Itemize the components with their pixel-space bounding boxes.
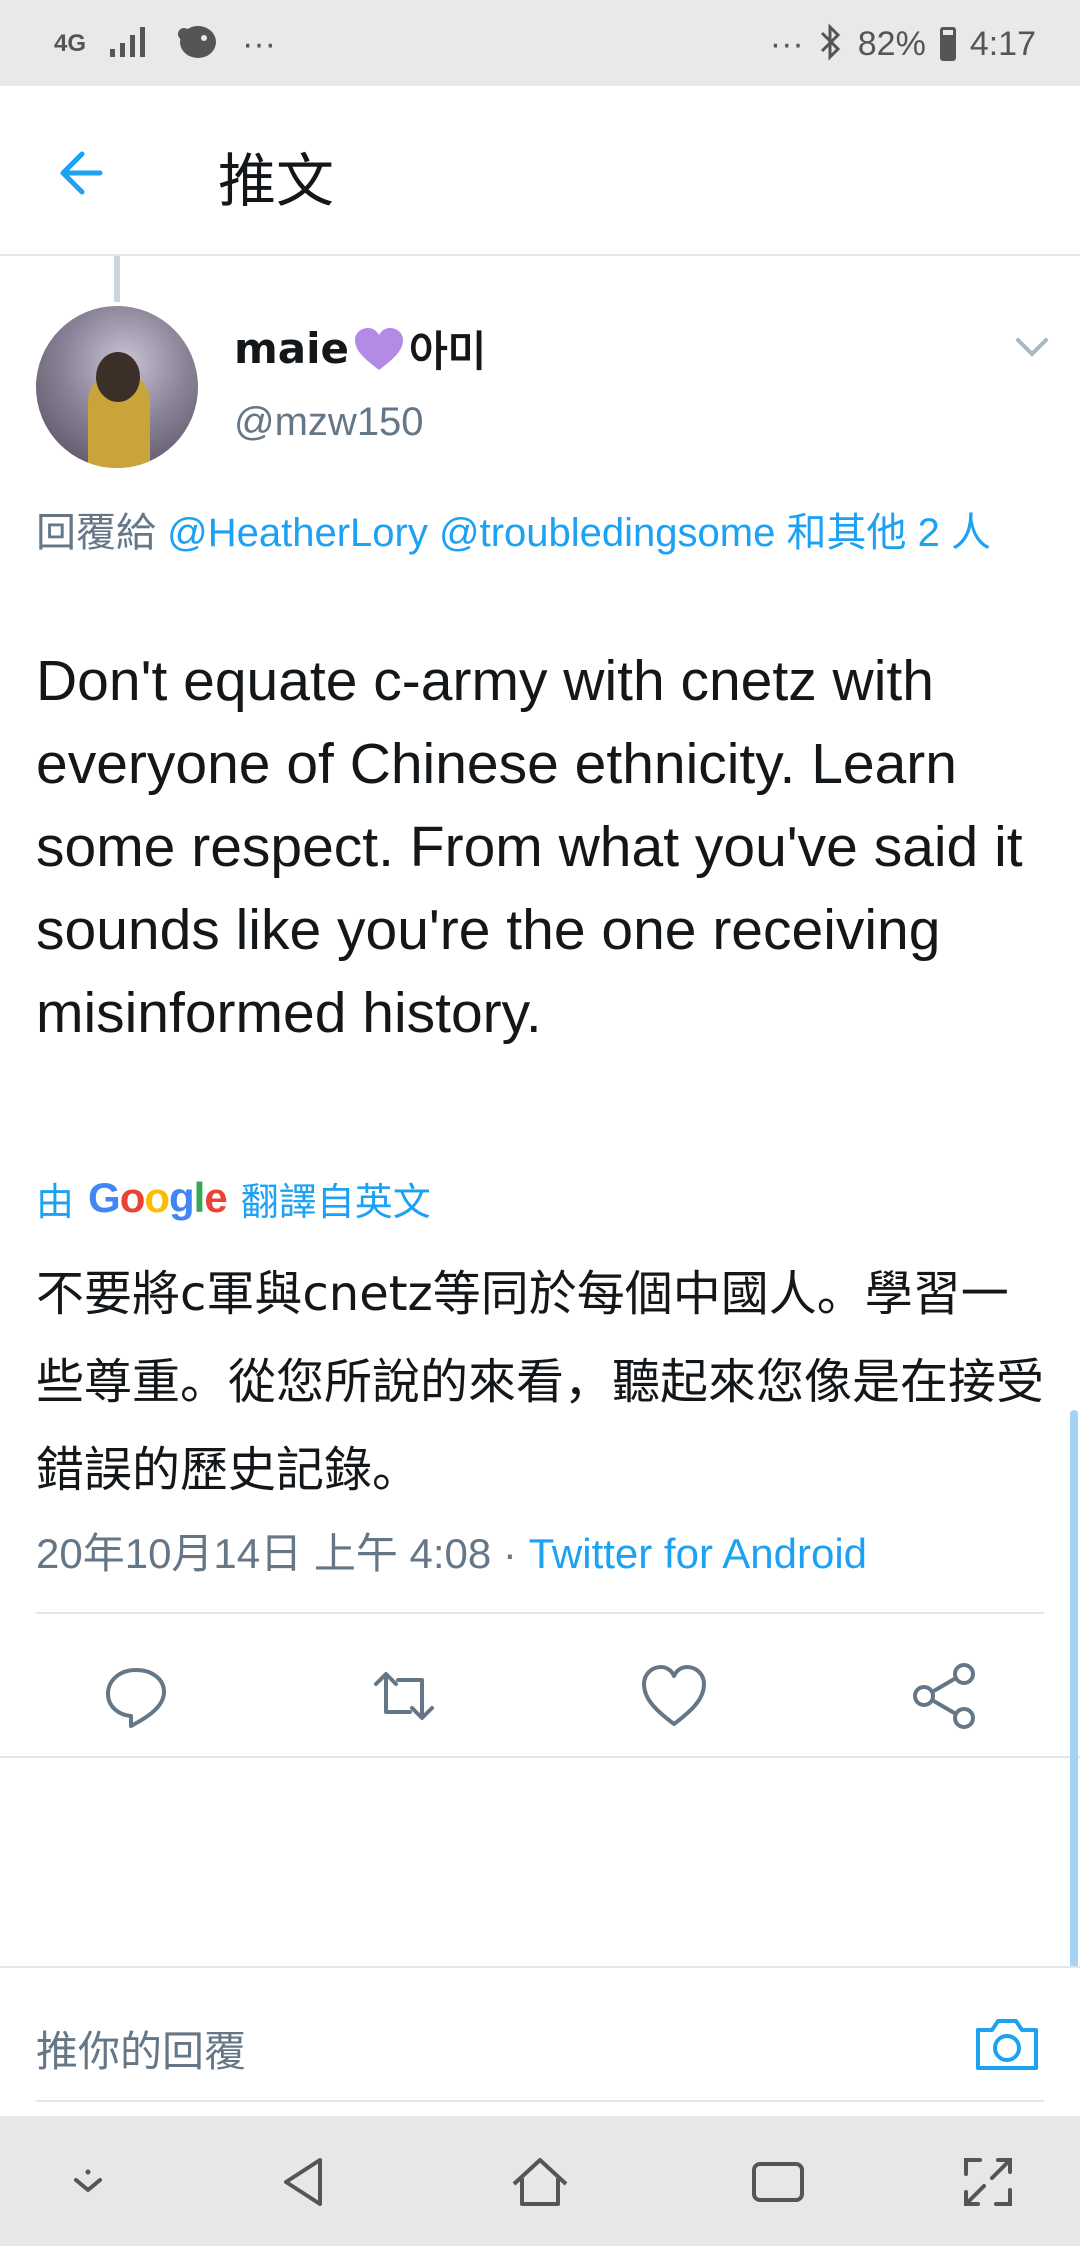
reply-to-prefix: 回覆給 (36, 511, 156, 555)
avatar-head (96, 352, 140, 402)
actions-divider (0, 1756, 1080, 1758)
share-button[interactable] (906, 1658, 982, 1734)
tweet-timestamp: 20年10月14日 上午 4:08 (36, 1530, 492, 1577)
display-name-prefix: maie (234, 324, 349, 373)
purple-heart-icon (355, 327, 403, 370)
reply-others[interactable]: 和其他 2 人 (786, 511, 990, 555)
translated-text: 不要將c軍與cnetz等同於每個中國人。學習一些尊重。從您所說的來看，聽起來您像… (36, 1266, 1045, 1498)
tweet-meta: 20年10月14日 上午 4:08 · Twitter for Android (36, 1520, 867, 1581)
system-nav-bar (0, 2116, 1080, 2246)
display-name-suffix: 아미 (409, 327, 487, 376)
heart-icon (642, 1665, 706, 1726)
like-button[interactable] (636, 1658, 712, 1734)
arrow-left-icon (60, 151, 103, 195)
user-handle[interactable]: @mzw150 (234, 400, 424, 445)
signal-icon (108, 25, 152, 64)
more-status: ··· (769, 24, 804, 63)
recents-icon (752, 2162, 804, 2202)
screen: 4G ··· ··· 82% 4:17 推文 maie 아미 @mzw150 回… (0, 0, 1080, 2246)
back-button[interactable] (50, 138, 120, 208)
nav-back-button[interactable] (272, 2150, 336, 2214)
reply-mention-1[interactable]: @HeatherLory (167, 511, 428, 555)
battery-icon (939, 27, 956, 61)
camera-icon (976, 2019, 1038, 2070)
status-bar-right: ··· 82% 4:17 (770, 22, 1036, 66)
retweet-button[interactable] (366, 1658, 442, 1734)
nav-hide-button[interactable] (56, 2150, 120, 2214)
home-icon (512, 2158, 568, 2206)
avatar[interactable] (36, 306, 198, 468)
reply-bar: 推你的回覆 (0, 1966, 1080, 2118)
reply-button[interactable] (98, 1658, 174, 1734)
translate-from-label: 翻譯自英文 (240, 1179, 431, 1224)
camera-button[interactable] (972, 2012, 1042, 2076)
tweet-text: Don't equate c-army with cnetz with ever… (36, 649, 1023, 1045)
triangle-back-icon (284, 2158, 322, 2206)
chevron-down-icon (1016, 338, 1048, 357)
reply-underline (36, 2100, 1044, 2102)
tweet-options-button[interactable] (1012, 332, 1052, 362)
network-type: 4G (54, 30, 87, 57)
nav-expand-button[interactable] (956, 2150, 1020, 2214)
meta-divider (36, 1612, 1044, 1614)
translation-attribution: 由 Google 翻譯自英文 (36, 1168, 431, 1228)
chevron-down-small-icon (74, 2169, 102, 2192)
status-bar-left: 4G ··· (54, 22, 276, 66)
more-notifications: ··· (242, 24, 276, 63)
thread-connector (114, 256, 120, 302)
nav-home-button[interactable] (508, 2150, 572, 2214)
tweet-source[interactable]: Twitter for Android (529, 1530, 867, 1577)
bluetooth-icon (818, 22, 844, 67)
battery-level (942, 35, 953, 58)
retweet-icon (374, 1672, 434, 1720)
share-icon (913, 1663, 975, 1729)
battery-percent: 82% (857, 24, 926, 63)
translate-by-label: 由 (36, 1179, 75, 1224)
reply-to-line: 回覆給 @HeatherLory @troubledingsome 和其他 2 … (36, 504, 1046, 562)
status-bar: 4G ··· ··· 82% 4:17 (0, 0, 1080, 86)
clock: 4:17 (969, 24, 1036, 63)
display-name[interactable]: maie 아미 (234, 318, 486, 379)
header: 推文 (0, 86, 1080, 256)
expand-icon (964, 2158, 1012, 2206)
scrollbar-thumb[interactable] (1070, 1410, 1078, 1970)
page-title: 推文 (218, 147, 335, 215)
nav-recents-button[interactable] (746, 2150, 810, 2214)
google-logo: Google (88, 1174, 228, 1221)
notification-app-icon (174, 22, 220, 67)
reply-icon (106, 1668, 166, 1728)
reply-mention-2[interactable]: @troubledingsome (439, 511, 775, 555)
reply-input[interactable]: 推你的回覆 (36, 2018, 246, 2079)
meta-separator: · (491, 1530, 529, 1577)
tweet-actions (0, 1630, 1080, 1760)
